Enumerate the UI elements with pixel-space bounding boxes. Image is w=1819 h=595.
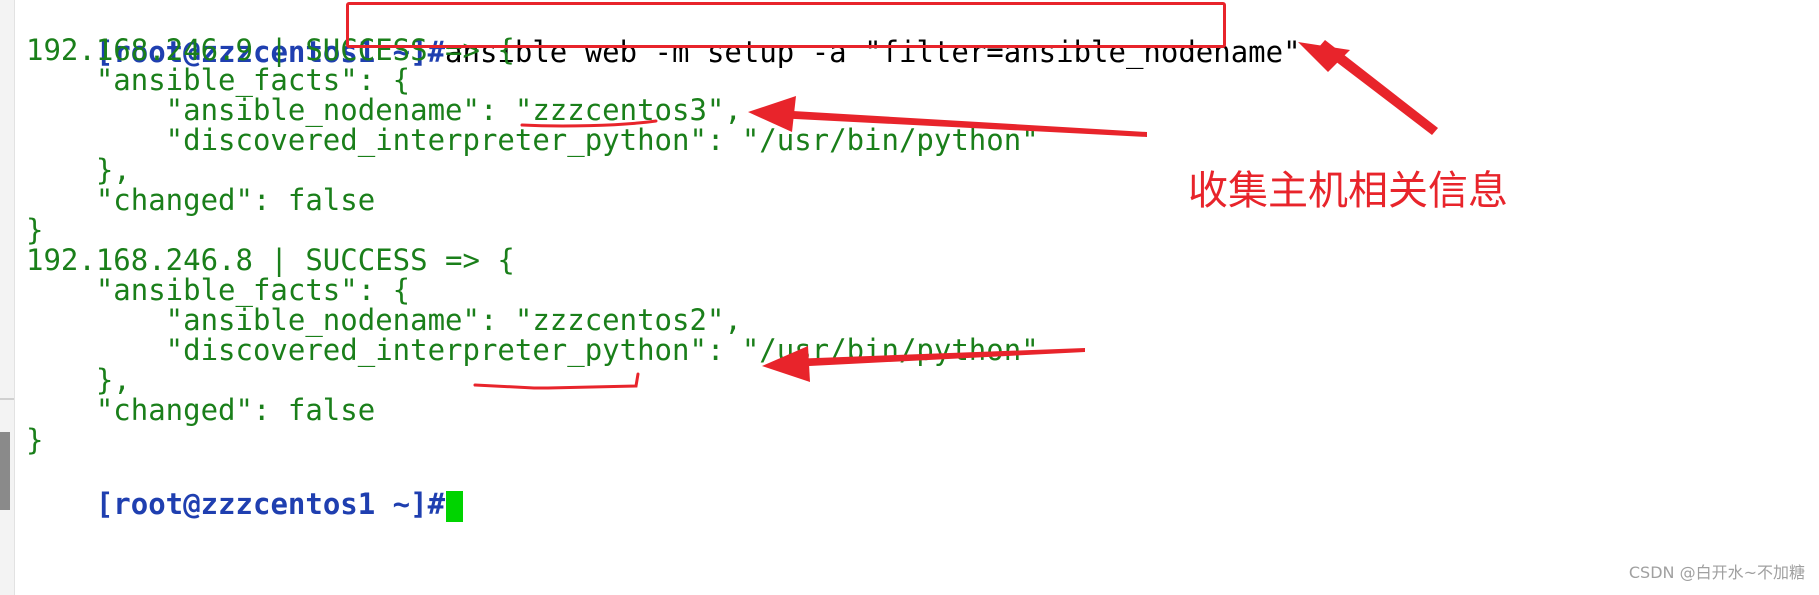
underline-marks [473, 119, 658, 390]
watermark: CSDN @白开水~不加糖 [1628, 563, 1805, 582]
arrow-to-command [1298, 40, 1438, 135]
underline-nodename-1 [520, 119, 658, 128]
arrow-to-nodename-2 [762, 346, 1085, 382]
arrow-to-nodename-1 [748, 96, 1147, 137]
underline-nodename-2 [473, 372, 640, 390]
annotation-label: 收集主机相关信息 [1188, 168, 1508, 214]
annotation-overlay [473, 40, 1438, 390]
